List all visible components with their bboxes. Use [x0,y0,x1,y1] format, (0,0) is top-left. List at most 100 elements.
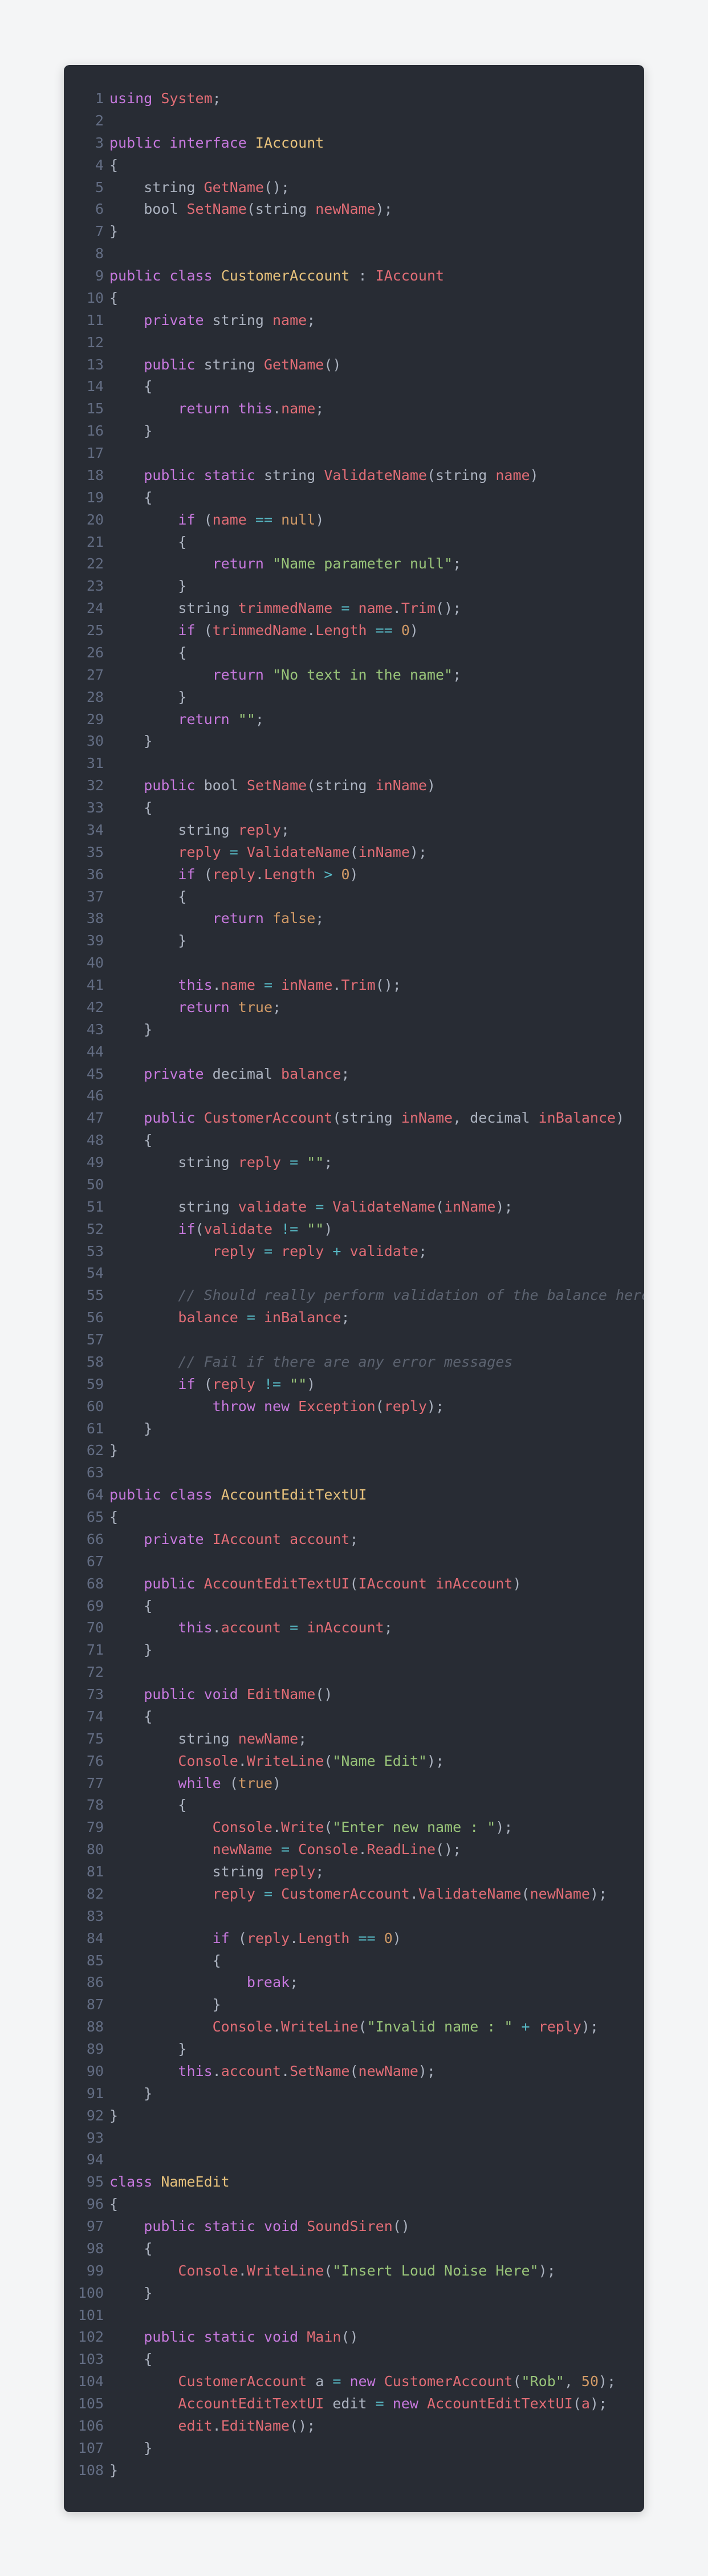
code-token: 0 [384,1929,393,1947]
code-line: 80 newName = Console.ReadLine(); [64,1839,644,1861]
code-token: ( [512,2373,522,2390]
code-token: "Enter new name : " [332,1819,496,1836]
code-token: IAccount [212,1530,282,1547]
line-number: 87 [86,1996,104,2013]
code-token: == [358,1929,376,1947]
code-token: ; [341,1309,350,1326]
code-token: ); [538,2262,556,2279]
line-source: string trimmedName = name.Trim(); [109,598,644,620]
code-line: 37 { [64,886,644,908]
code-token: CustomerAccount [221,267,350,284]
line-number: 16 [86,422,104,440]
code-token: ( [195,866,213,883]
line-source: public static string ValidateName(string… [109,465,644,487]
code-token: ) [512,1575,522,1592]
code-line: 28 } [64,686,644,709]
line-source: reply = ValidateName(inName); [109,842,644,864]
line-number: 62 [86,1442,104,1459]
code-token: return [212,666,264,683]
code-token: EditName [221,2417,290,2434]
code-token: private [144,311,204,328]
code-token: AccountEditTextUI [178,2395,324,2412]
code-token: private [144,1530,204,1547]
code-token: () [341,2329,359,2346]
line-number: 48 [86,1132,104,1149]
code-line: 71 } [64,1639,644,1661]
code-token: WriteLine [246,1752,324,1769]
line-source: public string GetName() [109,354,644,376]
code-token: if [178,511,196,528]
line-source: } [109,730,644,753]
code-token: "Rob" [521,2373,564,2390]
line-source [109,1905,644,1928]
line-source: if (reply != "") [109,1374,644,1396]
code-line: 31 [64,753,644,775]
line-source: return "Name parameter null"; [109,553,644,575]
code-token: balance [178,1309,238,1326]
code-token: "No text in the name" [272,666,453,683]
line-number: 43 [86,1021,104,1038]
code-line: 40 [64,952,644,974]
code-token: SetName [246,777,307,794]
line-source: newName = Console.ReadLine(); [109,1839,644,1861]
line-number: 17 [86,445,104,461]
code-token: reply [238,821,282,838]
code-token: Write [281,1819,324,1836]
code-line: 99 Console.WriteLine("Insert Loud Noise … [64,2260,644,2282]
line-number: 41 [86,977,104,993]
line-number: 108 [78,2461,104,2479]
line-number: 64 [86,1486,104,1504]
code-token: ) [426,777,436,794]
line-source: while (true) [109,1773,644,1795]
code-token: reply [538,2018,581,2035]
code-token: return [178,998,230,1015]
code-token: System [161,90,213,107]
code-token: ); [409,843,427,860]
line-number: 24 [86,600,104,617]
code-token: reply [384,1397,427,1415]
code-token: throw [212,1397,255,1415]
code-token: { [109,799,153,816]
code-line: 55 // Should really perform validation o… [64,1285,644,1307]
code-line: 50 [64,1174,644,1196]
line-source: reply = reply + validate; [109,1241,644,1263]
code-token: ( [436,1198,445,1215]
code-token: GetName [204,178,264,196]
code-line: 66 private IAccount account; [64,1529,644,1551]
line-source: } [109,930,644,952]
line-source: private IAccount account; [109,1529,644,1551]
line-number: 51 [86,1198,104,1215]
code-token: = [290,1619,299,1636]
line-number: 66 [86,1530,104,1547]
code-line: 107 } [64,2437,644,2460]
code-token: string [109,1863,272,1880]
line-number: 27 [86,666,104,683]
code-token: } [109,2284,153,2301]
line-source: } [109,2460,644,2482]
line-source: string reply; [109,819,644,842]
code-token: (); [436,1841,462,1858]
code-line: 32 public bool SetName(string inName) [64,775,644,797]
line-source [109,1085,644,1107]
code-line: 24 string trimmedName = name.Trim(); [64,598,644,620]
code-line: 19 { [64,487,644,509]
code-token: edit [324,2395,376,2412]
line-source: { [109,376,644,398]
code-token: Console [298,1841,359,1858]
code-token: reply [281,1242,324,1259]
code-token: , [564,2373,581,2390]
code-token: AccountEditTextUI [221,1486,367,1504]
code-token: = [263,1885,273,1902]
code-token: public [109,267,161,284]
code-line: 30 } [64,730,644,753]
line-source [109,1551,644,1573]
code-token: Console [212,2018,272,2035]
code-token: ; [453,555,462,572]
